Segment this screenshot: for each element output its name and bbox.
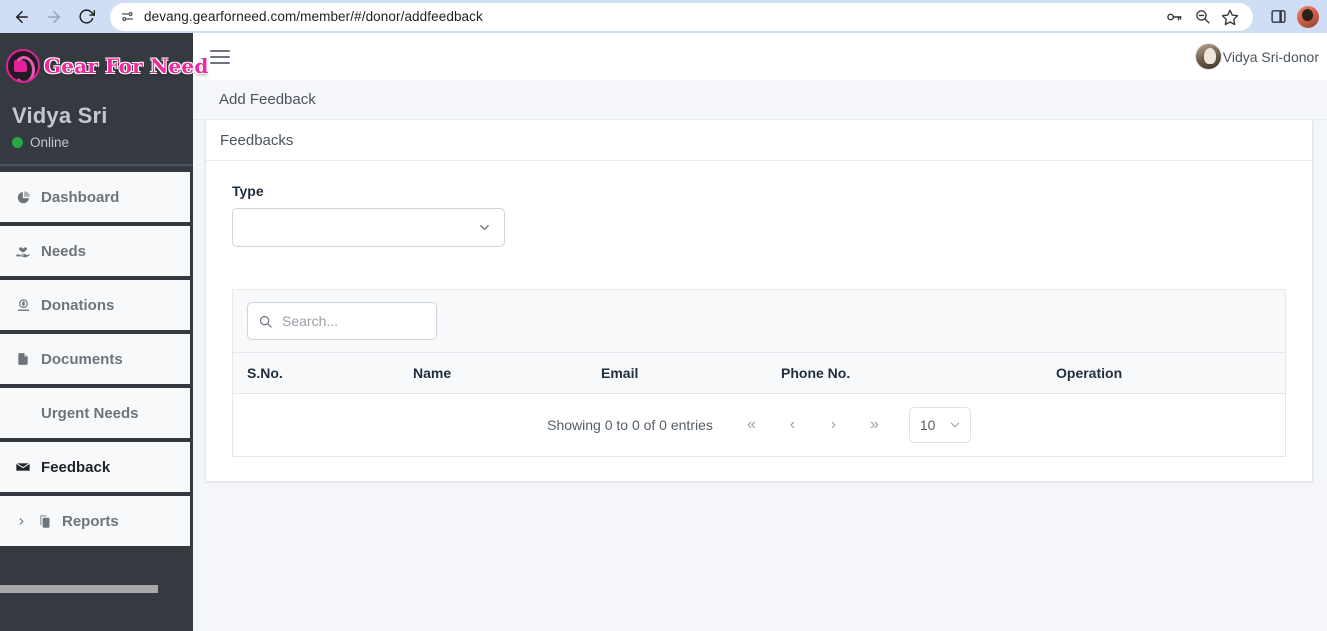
sidebar-horizontal-scrollbar[interactable] <box>0 585 158 593</box>
type-field-row: Type <box>232 183 1286 247</box>
hand-heart-icon <box>14 243 32 259</box>
column-header-email[interactable]: Email <box>601 352 781 394</box>
table-footer: Showing 0 to 0 of 0 entries « ‹ › » 10 <box>233 394 1285 456</box>
app-root: Gear For Need Vidya Sri Online Dashboard <box>0 33 1327 631</box>
card-header: Feedbacks <box>206 120 1312 161</box>
envelope-icon <box>14 459 32 475</box>
feedback-table: S.No. Name Email Phone No. Operation <box>233 352 1285 394</box>
browser-back-button[interactable] <box>8 3 36 31</box>
sidebar-item-label: Feedback <box>41 458 111 476</box>
table-header-row: S.No. Name Email Phone No. Operation <box>233 352 1285 394</box>
side-panel-icon[interactable] <box>1265 4 1291 30</box>
sidebar-user-panel: Vidya Sri Online <box>0 99 193 164</box>
sidebar-vertical-scrollbar[interactable] <box>188 33 193 631</box>
pagination-first-button[interactable]: « <box>731 410 772 440</box>
sidebar-nav: Dashboard Needs Donations Documents Urge… <box>0 166 193 550</box>
table-head: S.No. Name Email Phone No. Operation <box>233 352 1285 394</box>
card-body: Type Search... S.No. Name Email Phone No… <box>206 161 1312 481</box>
main-region: Vidya Sri-donor Add Feedback Feedbacks T… <box>193 33 1327 631</box>
brand-name: Gear For Need <box>44 54 209 78</box>
feedback-card: Feedbacks Type Search... S.No. Name Emai… <box>205 120 1313 482</box>
brand-logo-area[interactable]: Gear For Need <box>0 33 208 99</box>
type-select[interactable] <box>232 208 505 247</box>
browser-profile-avatar[interactable] <box>1297 5 1319 28</box>
browser-toolbar: devang.gearforneed.com/member/#/donor/ad… <box>0 0 1327 33</box>
pie-chart-icon <box>14 190 32 205</box>
sidebar: Gear For Need Vidya Sri Online Dashboard <box>0 33 208 631</box>
sidebar-item-reports[interactable]: Reports <box>0 496 190 546</box>
gear-for-need-logo-icon <box>6 49 40 83</box>
password-key-icon[interactable] <box>1161 4 1187 30</box>
page-title: Add Feedback <box>219 91 316 108</box>
entries-info: Showing 0 to 0 of 0 entries <box>547 417 713 433</box>
site-info-icon[interactable] <box>116 6 138 28</box>
search-box[interactable] <box>247 302 437 340</box>
topbar-user-menu[interactable]: Vidya Sri-donor <box>1194 43 1319 70</box>
page-size-value: 10 <box>919 417 936 433</box>
sidebar-item-label: Documents <box>41 350 123 368</box>
sidebar-item-documents[interactable]: Documents <box>0 334 190 384</box>
avatar <box>1194 43 1222 70</box>
hamburger-menu-icon[interactable] <box>207 44 233 70</box>
sidebar-item-dashboard[interactable]: Dashboard <box>0 172 190 222</box>
table-toolbar <box>233 290 1285 352</box>
sidebar-item-label: Needs <box>41 242 87 260</box>
search-icon <box>258 314 273 329</box>
breadcrumb: Add Feedback <box>193 80 1327 120</box>
sidebar-status-label: Online <box>30 135 70 150</box>
pagination-next-button[interactable]: › <box>813 410 854 440</box>
page-size-select[interactable]: 10 <box>908 407 971 443</box>
sidebar-user-status: Online <box>12 135 193 150</box>
column-header-phone[interactable]: Phone No. <box>781 352 1056 394</box>
chevron-right-icon <box>14 516 28 527</box>
sidebar-item-feedback[interactable]: Feedback <box>0 442 190 492</box>
top-navbar: Vidya Sri-donor <box>193 33 1327 80</box>
type-label: Type <box>232 183 264 199</box>
card-title: Feedbacks <box>220 131 294 149</box>
pagination-prev-button[interactable]: ‹ <box>772 410 813 440</box>
feedback-table-panel: S.No. Name Email Phone No. Operation Sho <box>232 289 1286 457</box>
sidebar-item-label: Donations <box>41 296 115 314</box>
browser-right-icons <box>1265 4 1319 30</box>
copy-icon <box>35 514 53 529</box>
sidebar-user-name: Vidya Sri <box>12 103 108 128</box>
sidebar-item-urgent-needs[interactable]: Urgent Needs <box>0 388 190 438</box>
zoom-out-icon[interactable] <box>1189 4 1215 30</box>
money-icon <box>14 298 32 313</box>
pagination-last-button[interactable]: » <box>854 410 895 440</box>
sidebar-item-label: Urgent Needs <box>41 404 139 422</box>
chevron-down-icon <box>477 220 492 235</box>
sidebar-item-donations[interactable]: Donations <box>0 280 190 330</box>
column-header-name[interactable]: Name <box>413 352 601 394</box>
chevron-down-icon <box>948 418 962 432</box>
online-status-dot-icon <box>12 137 23 148</box>
browser-omnibox[interactable]: devang.gearforneed.com/member/#/donor/ad… <box>110 2 1253 31</box>
content-area: Feedbacks Type Search... S.No. Name Emai… <box>193 120 1327 631</box>
sidebar-item-label: Dashboard <box>41 188 120 206</box>
column-header-sno[interactable]: S.No. <box>233 352 413 394</box>
sidebar-item-label: Reports <box>62 512 119 530</box>
bookmark-star-icon[interactable] <box>1217 4 1243 30</box>
sidebar-item-needs[interactable]: Needs <box>0 226 190 276</box>
omnibox-actions <box>1151 4 1243 30</box>
browser-reload-button[interactable] <box>72 3 100 31</box>
pagination: « ‹ › » <box>731 410 895 440</box>
column-header-operation[interactable]: Operation <box>1056 352 1285 394</box>
url-text: devang.gearforneed.com/member/#/donor/ad… <box>144 9 483 24</box>
search-input[interactable] <box>282 313 426 329</box>
topbar-username: Vidya Sri-donor <box>1222 48 1319 65</box>
file-icon <box>14 351 32 367</box>
browser-forward-button[interactable] <box>40 3 68 31</box>
